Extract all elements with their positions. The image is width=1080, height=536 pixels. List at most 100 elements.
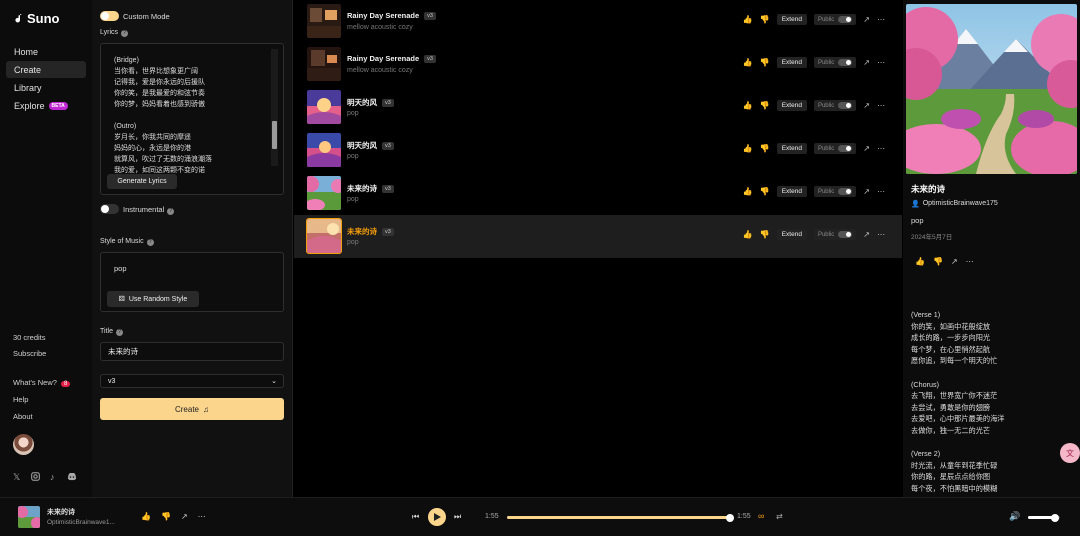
extend-button[interactable]: Extend bbox=[776, 229, 807, 240]
random-style-button[interactable]: ⚄ Use Random Style bbox=[107, 291, 199, 307]
repeat-icon[interactable]: ⇄ bbox=[776, 512, 783, 521]
thumbs-down-icon[interactable]: 👎 bbox=[760, 187, 770, 196]
more-icon[interactable]: ⋯ bbox=[877, 144, 885, 153]
song-title[interactable]: 明天的风 bbox=[347, 97, 377, 108]
thumbs-down-icon[interactable]: 👎 bbox=[760, 230, 770, 239]
nav-create[interactable]: Create bbox=[6, 61, 86, 78]
instrumental-toggle[interactable] bbox=[100, 204, 119, 214]
volume-slider[interactable] bbox=[1028, 513, 1060, 522]
progress-track[interactable] bbox=[507, 513, 734, 522]
public-switch[interactable] bbox=[838, 145, 853, 152]
more-icon[interactable]: ⋯ bbox=[966, 257, 974, 266]
more-icon[interactable]: ⋯ bbox=[877, 187, 885, 196]
public-switch[interactable] bbox=[838, 59, 853, 66]
share-icon[interactable]: ↗ bbox=[863, 58, 870, 67]
player-more-icon[interactable]: ⋯ bbox=[198, 512, 206, 521]
about-link[interactable]: About bbox=[13, 412, 33, 421]
subscribe-link[interactable]: Subscribe bbox=[13, 349, 46, 358]
style-textarea[interactable]: pop ⚄ Use Random Style bbox=[100, 252, 284, 312]
thumbs-up-icon[interactable]: 👍 bbox=[743, 58, 753, 67]
play-button[interactable] bbox=[428, 508, 446, 526]
instrumental-help-icon[interactable]: ? bbox=[167, 208, 175, 215]
thumbs-up-icon[interactable]: 👍 bbox=[743, 187, 753, 196]
song-thumbnail[interactable] bbox=[307, 90, 341, 124]
next-icon[interactable]: ⏭ bbox=[454, 512, 461, 522]
extend-button[interactable]: Extend bbox=[776, 100, 807, 111]
song-thumbnail[interactable] bbox=[307, 133, 341, 167]
song-row[interactable]: 明天的风 v3 pop 👍 👎 Extend Public ↗ ⋯ bbox=[294, 129, 902, 172]
custom-mode-toggle[interactable] bbox=[100, 11, 119, 21]
public-switch[interactable] bbox=[838, 102, 853, 109]
extend-button[interactable]: Extend bbox=[776, 143, 807, 154]
public-toggle[interactable]: Public bbox=[813, 229, 857, 240]
loop-icon[interactable]: ∞ bbox=[758, 511, 764, 521]
song-thumbnail[interactable] bbox=[307, 4, 341, 38]
share-icon[interactable]: ↗ bbox=[951, 257, 958, 266]
song-title[interactable]: 未来的诗 bbox=[347, 183, 377, 194]
more-icon[interactable]: ⋯ bbox=[877, 15, 885, 24]
thumbs-down-icon[interactable]: 👎 bbox=[760, 144, 770, 153]
create-button[interactable]: Create ♫ bbox=[100, 398, 284, 420]
help-link[interactable]: Help bbox=[13, 395, 28, 404]
extend-button[interactable]: Extend bbox=[776, 186, 807, 197]
more-icon[interactable]: ⋯ bbox=[877, 58, 885, 67]
public-toggle[interactable]: Public bbox=[813, 186, 857, 197]
nav-library[interactable]: Library bbox=[6, 79, 86, 96]
song-title[interactable]: Rainy Day Serenade bbox=[347, 11, 419, 20]
player-title[interactable]: 未来的诗 bbox=[47, 507, 75, 517]
player-like-icon[interactable]: 👍 bbox=[141, 512, 151, 521]
instagram-icon[interactable] bbox=[31, 472, 40, 483]
whats-new-link[interactable]: What's New? 8 bbox=[13, 378, 71, 387]
style-help-icon[interactable]: ? bbox=[146, 239, 154, 246]
song-thumbnail[interactable] bbox=[307, 47, 341, 81]
player-thumbnail[interactable] bbox=[18, 506, 40, 528]
share-icon[interactable]: ↗ bbox=[863, 230, 870, 239]
thumbs-up-icon[interactable]: 👍 bbox=[743, 144, 753, 153]
share-icon[interactable]: ↗ bbox=[863, 15, 870, 24]
thumbs-down-icon[interactable]: 👎 bbox=[760, 101, 770, 110]
more-icon[interactable]: ⋯ bbox=[877, 101, 885, 110]
translate-icon[interactable]: 文 bbox=[1060, 443, 1080, 463]
more-icon[interactable]: ⋯ bbox=[877, 230, 885, 239]
song-row[interactable]: 未来的诗 v3 pop 👍 👎 Extend Public ↗ ⋯ bbox=[294, 215, 902, 258]
public-toggle[interactable]: Public bbox=[813, 57, 857, 68]
public-toggle[interactable]: Public bbox=[813, 100, 857, 111]
lyrics-help-icon[interactable]: ? bbox=[121, 30, 129, 37]
share-icon[interactable]: ↗ bbox=[863, 144, 870, 153]
song-title[interactable]: 明天的风 bbox=[347, 140, 377, 151]
lyrics-textarea[interactable]: (Bridge) 当你看，世界比想象更广阔 记得我，爱是你永远的后援队 你的笑，… bbox=[100, 43, 284, 195]
version-select[interactable]: v3 ⌄ bbox=[100, 374, 284, 388]
song-row[interactable]: Rainy Day Serenade v3 mellow acoustic cozy… bbox=[294, 43, 902, 86]
thumbs-up-icon[interactable]: 👍 bbox=[743, 230, 753, 239]
public-toggle[interactable]: Public bbox=[813, 143, 857, 154]
song-row[interactable]: 未来的诗 v3 pop 👍 👎 Extend Public ↗ ⋯ bbox=[294, 172, 902, 215]
song-thumbnail[interactable] bbox=[306, 218, 342, 254]
player-author[interactable]: OptimisticBrainwave1... bbox=[47, 519, 115, 526]
progress-handle[interactable] bbox=[726, 513, 734, 522]
detail-author[interactable]: 👤 OptimisticBrainwave175 bbox=[911, 200, 998, 208]
nav-explore[interactable]: Explore BETA bbox=[6, 97, 86, 114]
avatar[interactable] bbox=[13, 434, 34, 455]
player-dislike-icon[interactable]: 👎 bbox=[161, 512, 171, 521]
public-switch[interactable] bbox=[838, 231, 853, 238]
volume-handle[interactable] bbox=[1051, 513, 1060, 522]
extend-button[interactable]: Extend bbox=[776, 57, 807, 68]
thumbs-up-icon[interactable]: 👍 bbox=[743, 101, 753, 110]
share-icon[interactable]: ↗ bbox=[863, 187, 870, 196]
thumbs-down-icon[interactable]: 👎 bbox=[933, 257, 943, 266]
volume-icon[interactable]: 🔊 bbox=[1009, 511, 1020, 522]
extend-button[interactable]: Extend bbox=[776, 14, 807, 25]
public-switch[interactable] bbox=[838, 16, 853, 23]
song-row[interactable]: Rainy Day Serenade v3 mellow acoustic cozy… bbox=[294, 0, 902, 43]
share-icon[interactable]: ↗ bbox=[863, 101, 870, 110]
thumbs-down-icon[interactable]: 👎 bbox=[760, 15, 770, 24]
song-title[interactable]: 未来的诗 bbox=[347, 226, 377, 237]
nav-home[interactable]: Home bbox=[6, 43, 86, 60]
title-help-icon[interactable]: ? bbox=[115, 329, 123, 336]
lyrics-scrollbar[interactable] bbox=[271, 49, 278, 166]
public-switch[interactable] bbox=[838, 188, 853, 195]
thumbs-up-icon[interactable]: 👍 bbox=[915, 257, 925, 266]
previous-icon[interactable]: ⏮ bbox=[412, 512, 419, 522]
thumbs-down-icon[interactable]: 👎 bbox=[760, 58, 770, 67]
discord-icon[interactable] bbox=[67, 472, 77, 483]
